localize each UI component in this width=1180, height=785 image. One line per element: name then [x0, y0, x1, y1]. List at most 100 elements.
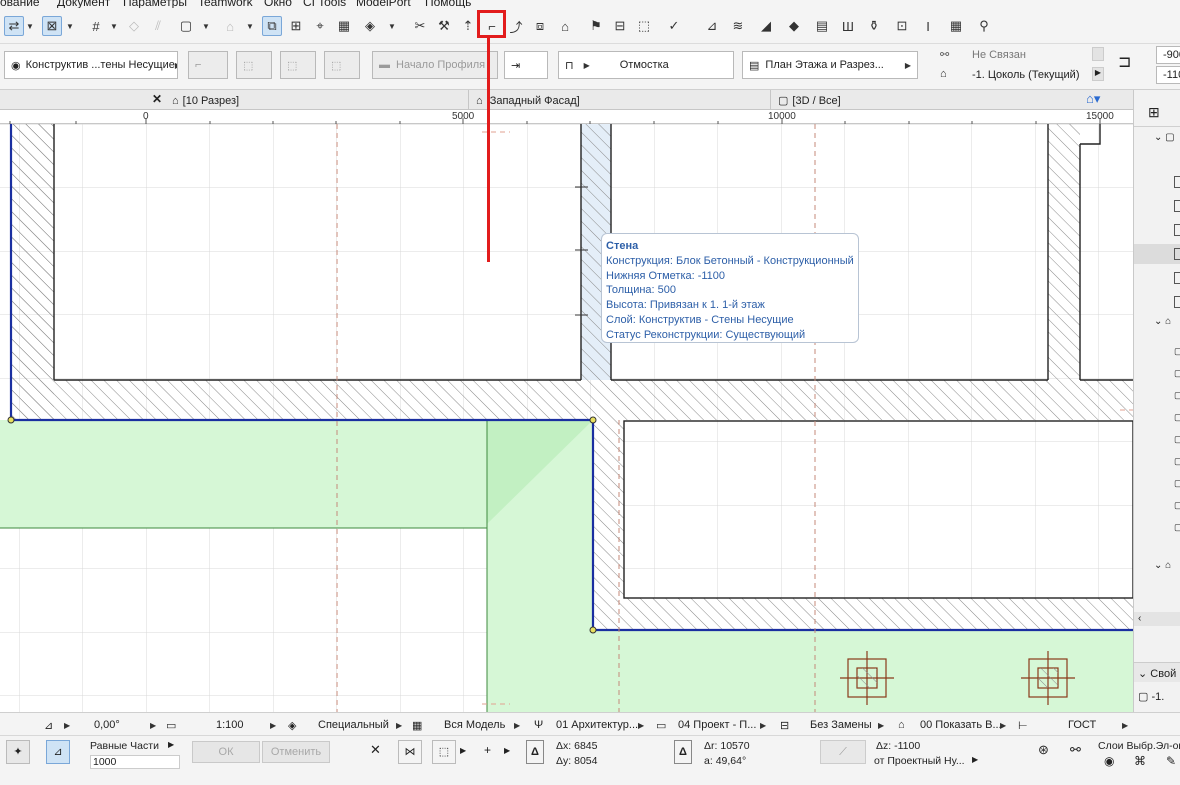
resize-icon[interactable]: ⧈	[530, 16, 550, 36]
mesh-icon[interactable]: ◆	[784, 16, 804, 36]
bottom-offset-field[interactable]: -110	[1156, 66, 1180, 84]
layer-eye-icon[interactable]: ⊛	[1038, 742, 1049, 758]
delta-icon[interactable]: Δ	[674, 740, 692, 764]
chevron-down-icon[interactable]: ▼	[26, 16, 34, 36]
override-value[interactable]: Без Замены	[810, 716, 872, 734]
menu-item-window[interactable]: Окно	[264, 0, 292, 8]
tree-item-icon[interactable]	[1174, 176, 1180, 188]
delta-icon[interactable]: Δ	[526, 740, 544, 764]
line-icon[interactable]: ⟋	[820, 740, 866, 764]
lock-icon[interactable]: ⌂	[220, 16, 240, 36]
renovation-value[interactable]: 00 Показать В...	[920, 716, 1002, 734]
menu-item-design[interactable]: ование	[0, 0, 40, 8]
chevron-right-icon[interactable]: ▶	[504, 746, 510, 755]
railing-icon[interactable]: Ш	[838, 16, 858, 36]
chevron-down-icon[interactable]: ▼	[66, 16, 74, 36]
scale-value[interactable]: 1:100	[216, 716, 244, 734]
3d-icon[interactable]: ◈	[360, 16, 380, 36]
angle-value[interactable]: 0,00°	[94, 716, 120, 734]
tree-expand-icon[interactable]: ⌄ ⌂	[1154, 560, 1171, 571]
geometry-method-straight[interactable]: ⌐	[188, 51, 228, 79]
tab-section[interactable]: ⌂ [10 Разрез]	[172, 92, 239, 109]
menu-item-ci-tools[interactable]: CI Tools	[303, 0, 346, 8]
reference-line-button[interactable]: ⇥	[504, 51, 548, 79]
adjust-icon[interactable]: ⚒	[434, 16, 454, 36]
magic-wand-icon[interactable]: ✦	[6, 740, 30, 764]
tree-item-icon[interactable]	[1174, 224, 1180, 236]
menu-item-teamwork[interactable]: Teamwork	[198, 0, 253, 8]
navigator-icon[interactable]: ⊞	[1148, 104, 1160, 121]
layer-icon[interactable]: ⊟	[610, 16, 630, 36]
check-icon[interactable]: ✓	[664, 16, 684, 36]
guide-icon[interactable]: ⋈	[398, 740, 422, 764]
grid-icon[interactable]: #	[86, 16, 106, 36]
ok-button[interactable]: ОК	[192, 741, 260, 763]
flag-icon[interactable]: ⚑	[586, 16, 606, 36]
properties-header[interactable]: ⌄ Свой	[1134, 662, 1180, 682]
dimension-icon[interactable]: ⊞	[286, 16, 306, 36]
tree-items[interactable]: ▢▢▢▢▢▢▢▢▢	[1174, 340, 1180, 538]
tree-item-icon[interactable]	[1174, 296, 1180, 308]
link-icon[interactable]: ⚯	[1070, 742, 1081, 758]
menu-item-document[interactable]: Документ	[57, 0, 110, 8]
stair-icon[interactable]: ▤	[812, 16, 832, 36]
house-icon[interactable]: ⌂	[555, 16, 575, 36]
chevron-down-icon[interactable]: ▼	[246, 16, 254, 36]
slab-icon[interactable]: ≋	[728, 16, 748, 36]
layer-combo-value[interactable]: Специальный	[318, 716, 389, 734]
selection-icon[interactable]: ▢	[176, 16, 196, 36]
morph-icon[interactable]: ⚲	[974, 16, 994, 36]
tree-item-icon[interactable]	[1174, 272, 1180, 284]
menu-item-options[interactable]: Параметры	[123, 0, 187, 8]
menu-item-modelport[interactable]: ModelPort	[356, 0, 411, 8]
geometry-method-trapezoid[interactable]: ⬚	[324, 51, 360, 79]
table-icon[interactable]: ▦	[946, 16, 966, 36]
wall-tool-icon[interactable]: ⇄	[4, 16, 24, 36]
pen-set-value[interactable]: 01 Архитектур...	[556, 716, 638, 734]
zoom-icon[interactable]: ⌖	[310, 16, 330, 36]
chevron-left-icon[interactable]: ‹	[1138, 613, 1141, 624]
bim-icon[interactable]: ▦	[334, 16, 354, 36]
view-mode-select[interactable]: ▤ План Этажа и Разрез... ▶	[742, 51, 918, 79]
pen-icon[interactable]: ✎	[1166, 754, 1176, 768]
tab-west-elevation[interactable]: ⌂ [Западный Фасад]	[476, 92, 580, 109]
parallel-icon[interactable]: ⫽	[148, 16, 168, 36]
model-view-value[interactable]: Вся Модель	[444, 716, 505, 734]
slanted-plane-icon[interactable]: ◇	[124, 16, 144, 36]
eye-icon[interactable]: ◉	[1104, 754, 1114, 768]
offset-icon[interactable]: ⤴	[506, 16, 526, 36]
tree-item-icon[interactable]	[1174, 248, 1180, 260]
cancel-button[interactable]: Отменить	[262, 741, 330, 763]
chevron-down-icon[interactable]: ▼	[388, 16, 396, 36]
angle-value[interactable]: 49,64°	[716, 755, 746, 767]
link-status-arrow[interactable]	[1092, 47, 1104, 61]
geometry-method-box[interactable]: ⬚	[236, 51, 272, 79]
dy-value[interactable]: 8054	[574, 755, 597, 767]
scrollbar[interactable]: ‹	[1134, 612, 1180, 626]
trim-icon[interactable]: ✂	[410, 16, 430, 36]
tree-item-icon[interactable]	[1174, 200, 1180, 212]
column-icon[interactable]: ⊡	[892, 16, 912, 36]
close-icon[interactable]: ✕	[370, 742, 381, 758]
marquee-icon[interactable]: ⬚	[432, 740, 456, 764]
tab-3d[interactable]: ▢ [3D / Все]	[778, 92, 841, 109]
geometry-method-slanted[interactable]: ⬚	[280, 51, 316, 79]
chevron-down-icon[interactable]: ▼	[202, 16, 210, 36]
mvo-value[interactable]: 04 Проект - П...	[678, 716, 756, 734]
profile-icon[interactable]: ⊿	[702, 16, 722, 36]
snap-icon[interactable]: ⊿	[46, 740, 70, 764]
roof-icon[interactable]: ◢	[756, 16, 776, 36]
profile-start-select[interactable]: ▬ Начало Профиля	[372, 51, 498, 79]
relative-reference-select[interactable]: ⊓ ▶ Отмостка	[558, 51, 734, 79]
chevron-right-icon[interactable]: ▶	[460, 746, 466, 755]
dimension-value[interactable]: ГОСТ	[1068, 716, 1096, 734]
reference-plane[interactable]: от Проектный Ну...	[874, 755, 965, 767]
plus-icon[interactable]: +	[484, 743, 491, 757]
close-icon[interactable]: ✕	[152, 92, 162, 106]
beam-icon[interactable]: ⚱	[864, 16, 884, 36]
chevron-right-icon[interactable]: ▶	[168, 740, 174, 749]
marquee-icon[interactable]: ⬚	[634, 16, 654, 36]
snap-value-field[interactable]: 1000	[90, 755, 180, 769]
snap-guide-icon[interactable]: ⊠	[42, 16, 62, 36]
chevron-down-icon[interactable]: ▼	[110, 16, 118, 36]
